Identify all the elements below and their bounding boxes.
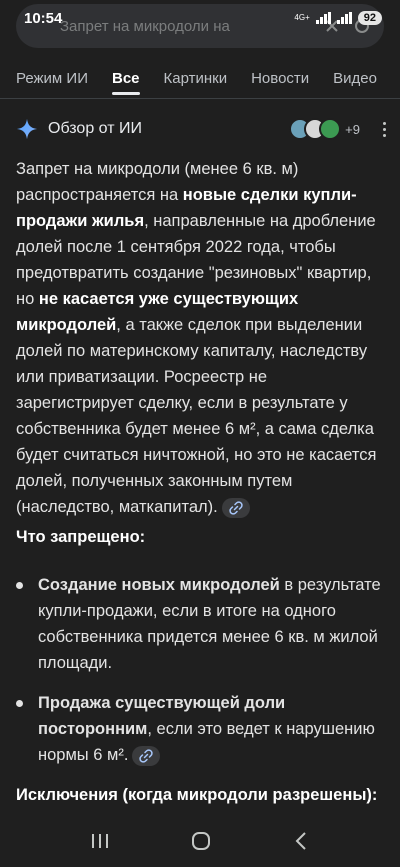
network-type: 4G+	[294, 13, 310, 22]
tab-videos[interactable]: Видео	[333, 61, 377, 95]
sources-more-count[interactable]: +9	[345, 122, 360, 137]
list-item-bold: Создание новых микродолей	[38, 576, 280, 594]
section-title-exceptions: Исключения (когда микродоли разрешены):	[16, 786, 378, 804]
tab-images[interactable]: Картинки	[164, 61, 228, 95]
signal-icon-2	[336, 12, 352, 24]
list-item: Продажа существующей доли посторонним, е…	[16, 690, 386, 768]
tab-news[interactable]: Новости	[251, 61, 309, 95]
source-link-chip[interactable]	[221, 497, 250, 518]
link-icon	[229, 500, 243, 515]
recent-apps-icon[interactable]	[90, 832, 110, 850]
tabs-divider	[0, 98, 400, 99]
status-icons: 4G+ 92	[294, 11, 382, 25]
search-tabs: Режим ИИ Все Картинки Новости Видео	[0, 58, 400, 98]
back-icon[interactable]	[292, 831, 310, 851]
more-options-icon[interactable]	[382, 121, 386, 137]
source-link-chip[interactable]	[132, 745, 161, 766]
ai-overview-title: Обзор от ИИ	[48, 120, 142, 137]
paragraph-text-3: , а также сделок при выделении долей по …	[16, 316, 377, 516]
signal-icon	[315, 12, 331, 24]
status-time: 10:54	[24, 9, 63, 27]
section-title-forbidden: Что запрещено:	[16, 528, 146, 546]
bullet-icon	[16, 700, 23, 707]
link-icon	[139, 748, 154, 763]
ai-overview-paragraph: Запрет на микродоли (менее 6 кв. м) расп…	[16, 156, 384, 520]
ai-overview-header: Обзор от ИИ +9	[16, 112, 386, 146]
list-item: Создание новых микродолей в результате к…	[16, 572, 386, 676]
tab-all[interactable]: Все	[111, 61, 140, 95]
status-bar: 10:54 4G+ 92	[0, 0, 400, 36]
forbidden-list: Создание новых микродолей в результате к…	[16, 572, 386, 782]
battery-icon: 92	[357, 11, 382, 25]
bullet-icon	[16, 582, 23, 589]
source-avatar[interactable]	[319, 118, 342, 140]
sources-stack[interactable]: +9	[289, 118, 360, 140]
home-icon[interactable]	[190, 830, 212, 852]
ai-sparkle-icon	[16, 118, 38, 140]
navigation-bar	[0, 815, 400, 867]
tab-ai-mode[interactable]: Режим ИИ	[16, 61, 88, 95]
